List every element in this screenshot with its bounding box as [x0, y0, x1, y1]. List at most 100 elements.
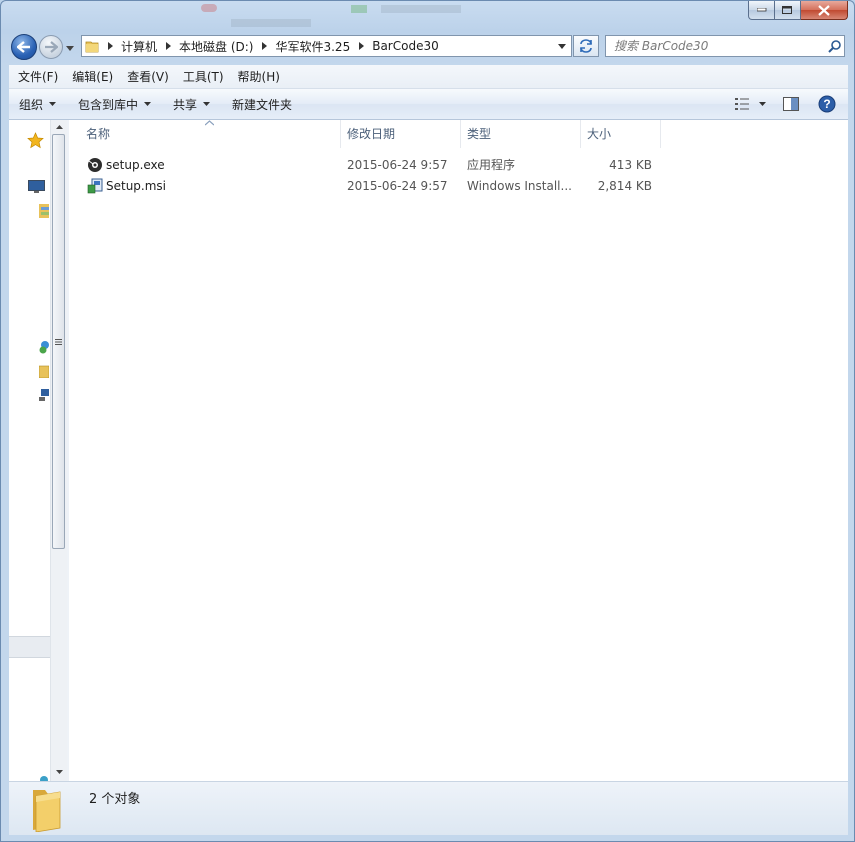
command-bar: 组织 包含到库中 共享 新建文件夹 ? — [9, 89, 848, 120]
file-list: 名称 修改日期 类型 大小 setup.exe 2015-06-24 9:57 … — [69, 120, 848, 781]
new-folder-label: 新建文件夹 — [232, 97, 293, 112]
chevron-down-icon — [144, 102, 152, 106]
breadcrumb-barcode30[interactable]: BarCode30 — [369, 36, 442, 56]
close-button[interactable] — [801, 1, 848, 20]
grip-icon — [55, 339, 62, 345]
column-size-label: 大小 — [587, 127, 612, 141]
search-icon[interactable] — [824, 39, 844, 53]
desktop-icon[interactable] — [28, 180, 45, 194]
organize-label: 组织 — [19, 97, 44, 112]
file-size: 2,814 KB — [597, 178, 652, 193]
file-date: 2015-06-24 9:57 — [347, 157, 448, 172]
background-ghost-2 — [351, 1, 471, 21]
file-type: Windows Install... — [467, 178, 572, 193]
chevron-down-icon — [558, 43, 566, 49]
new-folder-button[interactable]: 新建文件夹 — [224, 89, 300, 119]
view-options-button[interactable] — [728, 89, 772, 119]
include-library-label: 包含到库中 — [78, 97, 139, 112]
column-name-label: 名称 — [86, 127, 111, 141]
column-name[interactable]: 名称 — [69, 120, 341, 148]
breadcrumb-computer[interactable]: 计算机 — [118, 36, 160, 56]
details-pane: 2 个对象 — [9, 781, 848, 835]
computer-folder-icon[interactable] — [39, 364, 49, 378]
chevron-up-icon — [55, 125, 63, 129]
scroll-thumb[interactable] — [52, 134, 65, 549]
caption-buttons — [748, 1, 848, 21]
recent-pages-dropdown[interactable] — [65, 44, 75, 52]
chevron-down-icon — [758, 102, 766, 106]
preview-pane-icon — [783, 97, 799, 111]
share-label: 共享 — [173, 97, 198, 112]
menu-edit[interactable]: 编辑(E) — [67, 66, 118, 88]
column-date[interactable]: 修改日期 — [341, 120, 461, 148]
search-input[interactable] — [606, 38, 824, 54]
address-history-dropdown[interactable] — [553, 43, 571, 49]
menu-file[interactable]: 文件(F) — [13, 66, 63, 88]
help-button[interactable]: ? — [812, 89, 842, 119]
homegroup-icon[interactable] — [39, 340, 49, 354]
forward-button[interactable] — [39, 35, 63, 59]
explorer-window: 计算机 本地磁盘 (D:) 华军软件3.25 BarCode30 文件(F) 编… — [0, 0, 855, 842]
nav-pane-scrollbar[interactable] — [50, 120, 67, 781]
chevron-down-icon — [49, 102, 57, 106]
breadcrumb-huajun[interactable]: 华军软件3.25 — [272, 36, 353, 56]
file-size: 413 KB — [609, 157, 652, 172]
file-row[interactable]: Setup.msi 2015-06-24 9:57 Windows Instal… — [69, 175, 669, 196]
minimize-icon — [756, 8, 766, 12]
menu-tools[interactable]: 工具(T) — [178, 66, 229, 88]
breadcrumb-local-disk[interactable]: 本地磁盘 (D:) — [176, 36, 256, 56]
chevron-down-icon — [203, 102, 211, 106]
library-icon[interactable] — [39, 204, 49, 218]
refresh-button[interactable] — [573, 35, 599, 57]
network-icon[interactable] — [39, 388, 49, 402]
include-in-library-button[interactable]: 包含到库中 — [70, 89, 159, 119]
file-row[interactable]: setup.exe 2015-06-24 9:57 应用程序 413 KB — [69, 154, 669, 175]
navigation-pane — [9, 120, 50, 781]
column-size[interactable]: 大小 — [581, 120, 661, 148]
column-headers: 名称 修改日期 类型 大小 — [69, 120, 669, 148]
folder-icon — [82, 39, 102, 53]
item-count: 2 个对象 — [89, 792, 141, 807]
file-type: 应用程序 — [467, 158, 516, 172]
arrow-left-icon — [17, 41, 30, 53]
chevron-down-icon — [55, 770, 63, 774]
exe-icon — [87, 157, 103, 173]
column-date-label: 修改日期 — [347, 127, 396, 141]
share-button[interactable]: 共享 — [165, 89, 218, 119]
address-bar[interactable]: 计算机 本地磁盘 (D:) 华军软件3.25 BarCode30 — [81, 35, 572, 57]
content-area: 名称 修改日期 类型 大小 setup.exe 2015-06-24 9:57 … — [9, 120, 848, 781]
favorites-star-icon[interactable] — [27, 132, 44, 149]
nav-pane-horizontal-scroll[interactable] — [9, 636, 50, 658]
back-button[interactable] — [11, 34, 37, 60]
maximize-button[interactable] — [775, 1, 801, 20]
organize-button[interactable]: 组织 — [9, 89, 64, 119]
chevron-down-icon — [66, 45, 74, 51]
breadcrumb-separator[interactable] — [160, 42, 176, 50]
breadcrumb-separator[interactable] — [353, 42, 369, 50]
folder-icon — [33, 790, 61, 832]
file-name: setup.exe — [106, 157, 165, 172]
background-ghost — [201, 1, 321, 27]
file-name: Setup.msi — [106, 178, 167, 193]
preview-pane-button[interactable] — [776, 89, 806, 119]
scroll-down-arrow[interactable] — [54, 767, 64, 777]
column-type-label: 类型 — [467, 127, 492, 141]
minimize-button[interactable] — [748, 1, 775, 20]
file-date: 2015-06-24 9:57 — [347, 178, 448, 193]
close-icon — [818, 4, 830, 16]
refresh-icon — [580, 39, 592, 53]
search-box[interactable] — [605, 35, 845, 57]
menu-bar: 文件(F) 编辑(E) 查看(V) 工具(T) 帮助(H) — [9, 65, 848, 89]
breadcrumb-separator[interactable] — [102, 42, 118, 50]
arrow-right-icon — [45, 41, 58, 53]
help-icon: ? — [818, 95, 836, 113]
menu-help[interactable]: 帮助(H) — [233, 66, 285, 88]
msi-icon — [87, 178, 103, 194]
network-partial-icon — [40, 776, 48, 781]
menu-view[interactable]: 查看(V) — [122, 66, 174, 88]
column-type[interactable]: 类型 — [461, 120, 581, 148]
svg-text:?: ? — [823, 97, 830, 111]
breadcrumb-separator[interactable] — [256, 42, 272, 50]
scroll-up-arrow[interactable] — [54, 122, 64, 132]
details-view-icon — [734, 98, 749, 110]
